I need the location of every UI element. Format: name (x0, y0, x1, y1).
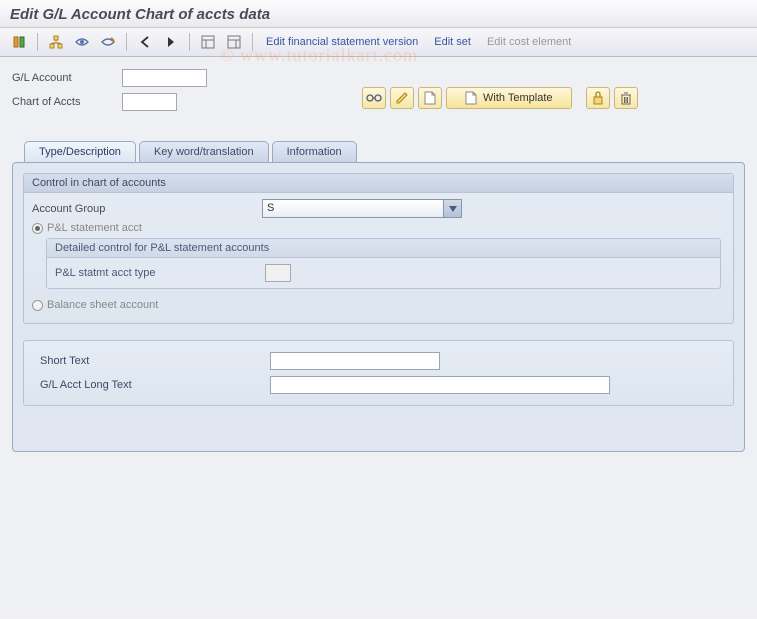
long-text-input[interactable] (270, 376, 610, 394)
short-text-label: Short Text (40, 355, 270, 367)
trash-icon[interactable] (614, 87, 638, 109)
header-fields: G/L Account Chart of Accts With Template (12, 67, 745, 113)
exec-icon[interactable] (8, 32, 30, 52)
pl-detail-title: Detailed control for P&L statement accou… (47, 239, 720, 258)
control-group-title: Control in chart of accounts (24, 174, 733, 193)
glasses-icon[interactable] (362, 87, 386, 109)
chevron-down-icon[interactable] (443, 200, 461, 217)
page-title: Edit G/L Account Chart of accts data (0, 0, 757, 28)
with-template-button[interactable]: With Template (446, 87, 572, 109)
separator (126, 33, 127, 51)
layout2-icon[interactable] (223, 32, 245, 52)
pl-statement-radio: P&L statement acct (32, 222, 725, 234)
balance-sheet-radio: Balance sheet account (32, 299, 725, 311)
layout1-icon[interactable] (197, 32, 219, 52)
gl-account-label: G/L Account (12, 72, 122, 84)
radio-icon (32, 223, 43, 234)
pl-detail-group: Detailed control for P&L statement accou… (46, 238, 721, 289)
pl-type-label: P&L statmt acct type (55, 267, 265, 279)
account-group-label: Account Group (32, 203, 262, 215)
action-button-row: With Template (362, 87, 638, 109)
pl-statement-label: P&L statement acct (47, 222, 142, 234)
short-text-input[interactable] (270, 352, 440, 370)
balance-sheet-label: Balance sheet account (47, 299, 158, 311)
text-group: Short Text G/L Acct Long Text (23, 340, 734, 406)
chart-accts-label: Chart of Accts (12, 96, 122, 108)
lock-icon[interactable] (586, 87, 610, 109)
application-toolbar: Edit financial statement version Edit se… (0, 28, 757, 57)
separator (252, 33, 253, 51)
edit-set-link[interactable]: Edit set (428, 34, 477, 50)
pl-type-input[interactable] (265, 264, 291, 282)
edit-cost-element-link: Edit cost element (481, 34, 577, 50)
control-group: Control in chart of accounts Account Gro… (23, 173, 734, 324)
tab-keyword-translation[interactable]: Key word/translation (139, 141, 269, 162)
chart-accts-input[interactable] (122, 93, 177, 111)
next-icon[interactable] (160, 32, 182, 52)
new-doc-icon[interactable] (418, 87, 442, 109)
prev-icon[interactable] (134, 32, 156, 52)
tab-information[interactable]: Information (272, 141, 357, 162)
display-icon[interactable] (71, 32, 93, 52)
account-group-value: S (263, 200, 443, 217)
content-area: G/L Account Chart of Accts With Template (0, 57, 757, 618)
tab-type-description[interactable]: Type/Description (24, 141, 136, 162)
long-text-label: G/L Acct Long Text (40, 379, 270, 391)
pencil-icon[interactable] (390, 87, 414, 109)
tab-strip: Type/Description Key word/translation In… (24, 141, 745, 162)
separator (37, 33, 38, 51)
edit-fsv-link[interactable]: Edit financial statement version (260, 34, 424, 50)
tab-panel: Control in chart of accounts Account Gro… (12, 162, 745, 452)
radio-icon (32, 300, 43, 311)
separator (189, 33, 190, 51)
account-group-combo[interactable]: S (262, 199, 462, 218)
with-template-label: With Template (483, 92, 553, 104)
change-icon[interactable] (97, 32, 119, 52)
hierarchy-icon[interactable] (45, 32, 67, 52)
gl-account-input[interactable] (122, 69, 207, 87)
